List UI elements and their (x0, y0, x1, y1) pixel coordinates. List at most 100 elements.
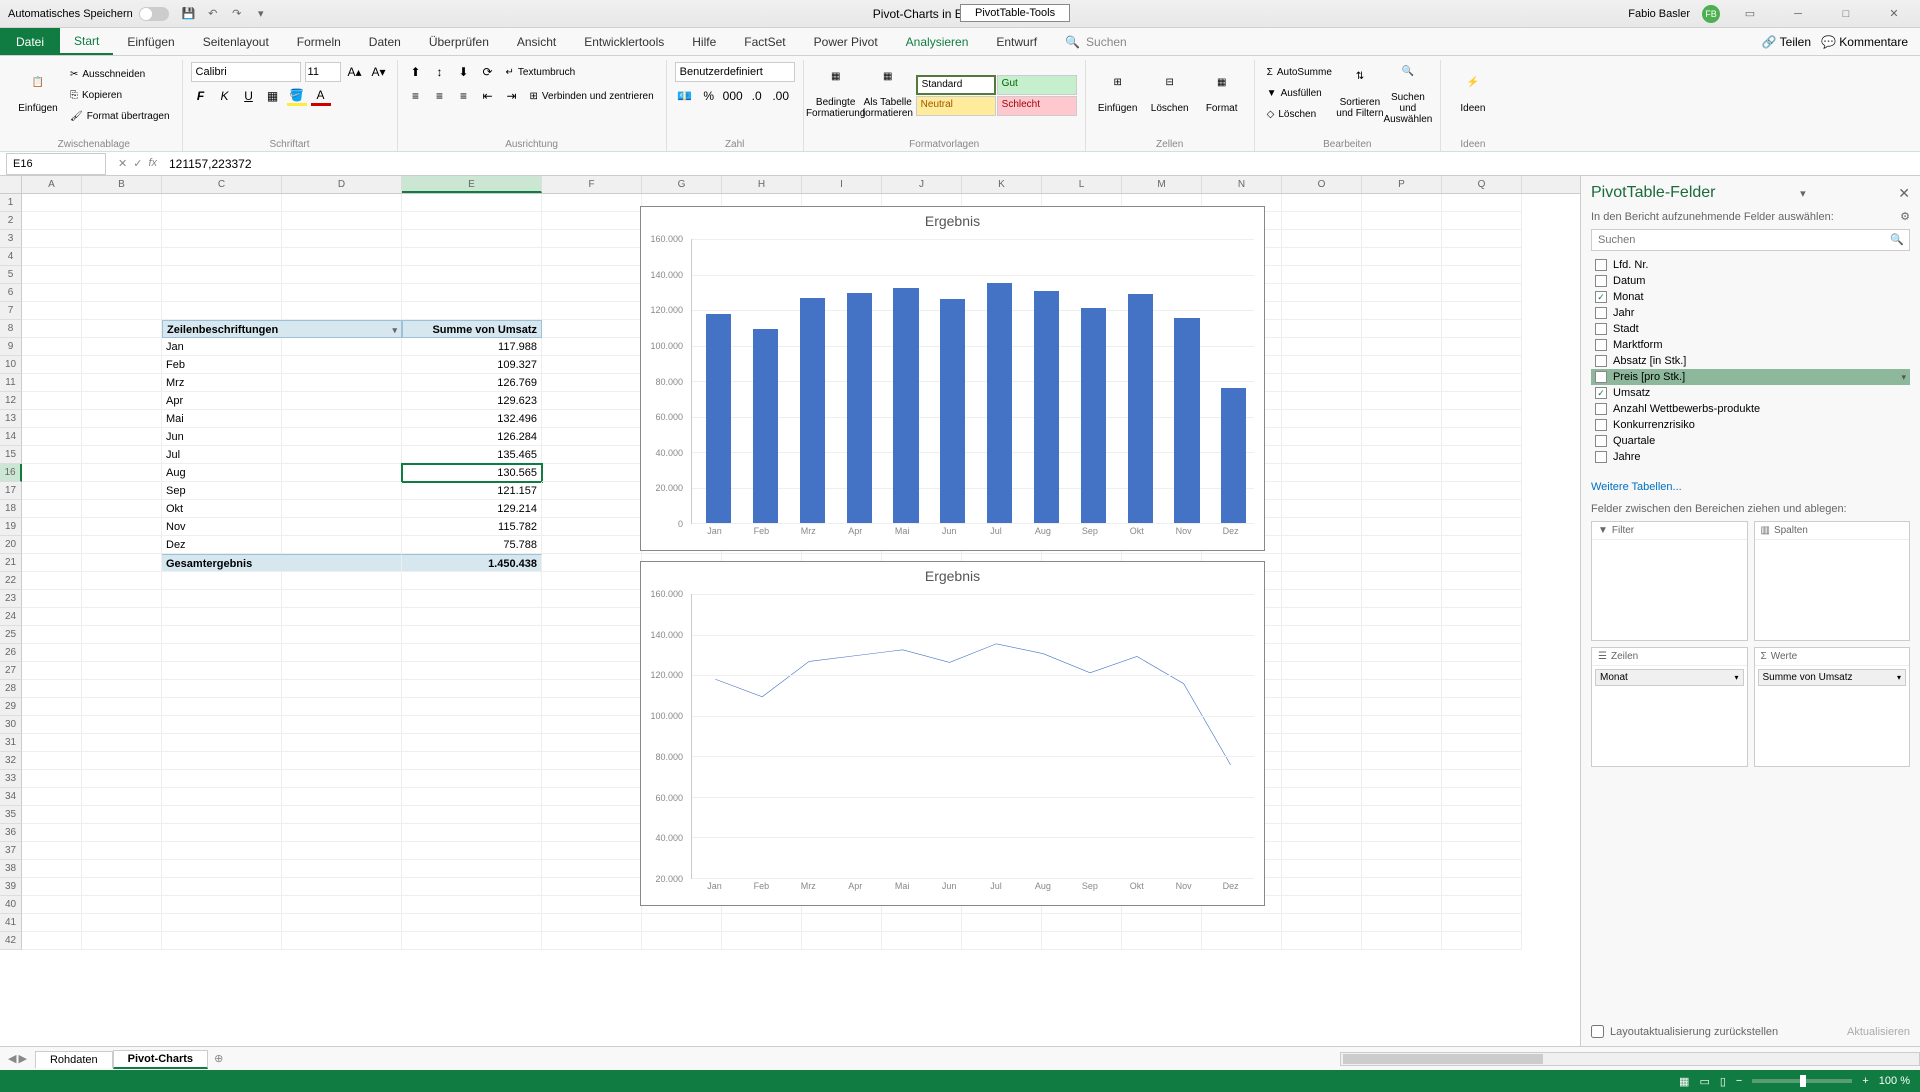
cell[interactable] (162, 590, 282, 608)
cell[interactable] (1282, 626, 1362, 644)
cell[interactable] (542, 608, 642, 626)
user-avatar[interactable]: FB (1702, 5, 1720, 23)
row-header[interactable]: 28 (0, 680, 22, 698)
cell[interactable] (82, 878, 162, 896)
cell[interactable]: Gesamtergebnis (162, 554, 402, 572)
zoom-out-icon[interactable]: − (1736, 1075, 1742, 1087)
checkbox-icon[interactable] (1595, 259, 1607, 271)
cell[interactable] (282, 230, 402, 248)
cell[interactable] (22, 338, 82, 356)
cell[interactable] (22, 536, 82, 554)
cell[interactable] (542, 590, 642, 608)
cell[interactable] (82, 446, 162, 464)
cell[interactable] (82, 194, 162, 212)
cell[interactable] (402, 266, 542, 284)
decrease-font-icon[interactable]: A▾ (369, 62, 389, 82)
sheet-tab-rohdaten[interactable]: Rohdaten (35, 1051, 113, 1068)
cell[interactable] (542, 860, 642, 878)
row-header[interactable]: 3 (0, 230, 22, 248)
zoom-level[interactable]: 100 % (1879, 1075, 1910, 1087)
style-standard[interactable]: Standard (916, 75, 996, 95)
cell[interactable] (402, 824, 542, 842)
qat-customize-icon[interactable]: ▾ (253, 6, 269, 22)
cell[interactable] (1282, 680, 1362, 698)
cell[interactable] (1362, 752, 1442, 770)
cell[interactable] (282, 770, 402, 788)
tab-ueberpruefen[interactable]: Überprüfen (415, 28, 503, 55)
line-chart[interactable]: Ergebnis 160.000140.000120.000100.00080.… (640, 561, 1265, 906)
cell[interactable] (1442, 428, 1522, 446)
cell[interactable] (542, 500, 642, 518)
row-header[interactable]: 32 (0, 752, 22, 770)
cell[interactable] (542, 572, 642, 590)
cell[interactable] (542, 914, 642, 932)
cell[interactable] (1442, 608, 1522, 626)
cell[interactable] (22, 716, 82, 734)
row-header[interactable]: 25 (0, 626, 22, 644)
cell[interactable] (1362, 806, 1442, 824)
cell[interactable] (1282, 878, 1362, 896)
field-item[interactable]: ✓Umsatz (1591, 385, 1910, 401)
row-header[interactable]: 19 (0, 518, 22, 536)
row-header[interactable]: 4 (0, 248, 22, 266)
cell[interactable]: 129.623 (402, 392, 542, 410)
row-header[interactable]: 27 (0, 662, 22, 680)
update-button[interactable]: Aktualisieren (1847, 1026, 1910, 1038)
cell[interactable] (1362, 626, 1442, 644)
view-normal-icon[interactable]: ▦ (1679, 1075, 1689, 1088)
tab-file[interactable]: Datei (0, 28, 60, 55)
cell[interactable] (162, 230, 282, 248)
cell[interactable] (1282, 248, 1362, 266)
cell[interactable] (1282, 320, 1362, 338)
cell[interactable] (1282, 356, 1362, 374)
cell[interactable] (162, 698, 282, 716)
col-header-J[interactable]: J (882, 176, 962, 193)
auto-save-toggle[interactable]: Automatisches Speichern (8, 7, 169, 21)
row-header[interactable]: 30 (0, 716, 22, 734)
cell[interactable] (402, 770, 542, 788)
bar[interactable] (753, 329, 778, 523)
delete-cells-button[interactable]: ⊟Löschen (1146, 62, 1194, 128)
cell[interactable] (22, 302, 82, 320)
cell[interactable] (22, 482, 82, 500)
cell[interactable] (1442, 464, 1522, 482)
cell[interactable] (1442, 500, 1522, 518)
cell[interactable] (402, 860, 542, 878)
cell[interactable] (282, 932, 402, 950)
cell[interactable] (882, 932, 962, 950)
cell[interactable] (22, 374, 82, 392)
cell[interactable] (402, 698, 542, 716)
cell[interactable] (22, 356, 82, 374)
cell[interactable] (1282, 284, 1362, 302)
cell[interactable] (402, 734, 542, 752)
col-header-F[interactable]: F (542, 176, 642, 193)
save-icon[interactable]: 💾 (181, 6, 197, 22)
cell[interactable] (1282, 932, 1362, 950)
cell[interactable] (1362, 446, 1442, 464)
cell[interactable] (402, 248, 542, 266)
cell[interactable] (82, 770, 162, 788)
sort-filter-button[interactable]: ⇅Sortieren und Filtern (1336, 62, 1384, 128)
cell[interactable] (542, 230, 642, 248)
horizontal-scrollbar[interactable] (1340, 1052, 1920, 1066)
cell[interactable]: 1.450.438 (402, 554, 542, 572)
row-header[interactable]: 16 (0, 464, 22, 482)
field-list[interactable]: Lfd. Nr.Datum✓MonatJahrStadtMarktformAbs… (1591, 257, 1910, 477)
cell[interactable] (1442, 356, 1522, 374)
row-header[interactable]: 24 (0, 608, 22, 626)
row-header[interactable]: 14 (0, 428, 22, 446)
cell[interactable] (1442, 914, 1522, 932)
sheet-nav-next-icon[interactable]: ▶ (18, 1052, 26, 1065)
cell[interactable] (282, 374, 402, 392)
cell[interactable] (1362, 608, 1442, 626)
cell[interactable] (22, 428, 82, 446)
cell[interactable] (162, 212, 282, 230)
cell[interactable] (282, 680, 402, 698)
bar[interactable] (1174, 318, 1199, 524)
cell[interactable] (1282, 608, 1362, 626)
cell[interactable] (1362, 788, 1442, 806)
cell[interactable] (22, 626, 82, 644)
row-header[interactable]: 38 (0, 860, 22, 878)
cell[interactable] (82, 518, 162, 536)
cell[interactable] (402, 572, 542, 590)
